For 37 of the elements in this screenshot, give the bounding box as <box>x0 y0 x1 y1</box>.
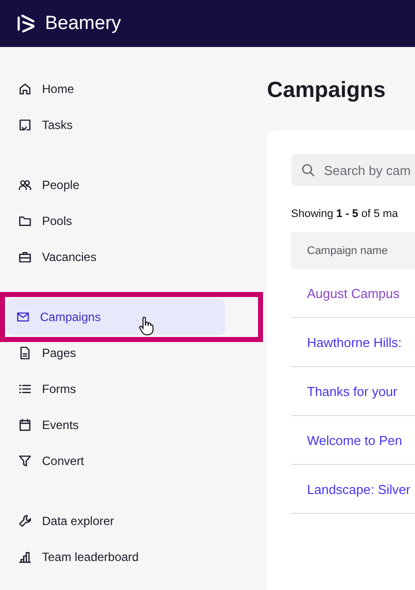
sidebar-item[interactable]: Home <box>9 71 227 107</box>
campaign-link[interactable]: Landscape: Silver <box>307 482 410 496</box>
task-icon <box>18 118 32 132</box>
logo-icon <box>15 12 37 34</box>
page-title: Campaigns <box>267 77 387 104</box>
campaign-link[interactable]: Welcome to Pen <box>307 432 402 448</box>
calendar-icon <box>18 418 32 432</box>
sidebar-item[interactable]: Events <box>9 407 227 443</box>
campaign-link[interactable]: Thanks for your <box>307 384 398 398</box>
mail-icon <box>16 310 30 324</box>
sidebar-item[interactable]: Data explorer <box>9 503 227 539</box>
home-icon <box>18 82 32 96</box>
sidebar-item[interactable]: Team leaderboard <box>9 539 227 575</box>
wrench-icon <box>18 514 32 528</box>
people-icon <box>18 178 32 192</box>
sidebar-item[interactable]: Campaigns <box>7 299 225 335</box>
sidebar-item[interactable]: People <box>9 167 227 203</box>
sidebar-item[interactable]: Pools <box>9 203 227 239</box>
search-field[interactable]: Search by cam <box>291 154 415 186</box>
column-header: Campaign name <box>307 244 388 256</box>
list-icon <box>18 382 32 396</box>
sidebar-item[interactable]: Pages <box>9 335 227 371</box>
sidebar-item[interactable]: Vacancies <box>9 239 227 275</box>
funnel-icon <box>18 454 32 468</box>
briefcase-icon <box>18 250 32 264</box>
sidebar-item[interactable]: Tasks <box>9 107 227 143</box>
sidebar-item[interactable]: Convert <box>9 443 227 479</box>
hand-cursor-icon <box>138 316 154 336</box>
sidebar-item[interactable]: Forms <box>9 371 227 407</box>
results-summary: Showing 1 - 5 of 5 ma <box>291 208 398 220</box>
campaign-link[interactable]: August Campus <box>307 286 400 300</box>
search-icon <box>301 163 315 177</box>
bar-chart-icon <box>18 550 32 564</box>
campaign-link[interactable]: Hawthorne Hills: <box>307 334 402 350</box>
document-icon <box>18 346 32 360</box>
folder-icon <box>18 214 32 228</box>
brand-name: Beamery <box>45 12 122 34</box>
